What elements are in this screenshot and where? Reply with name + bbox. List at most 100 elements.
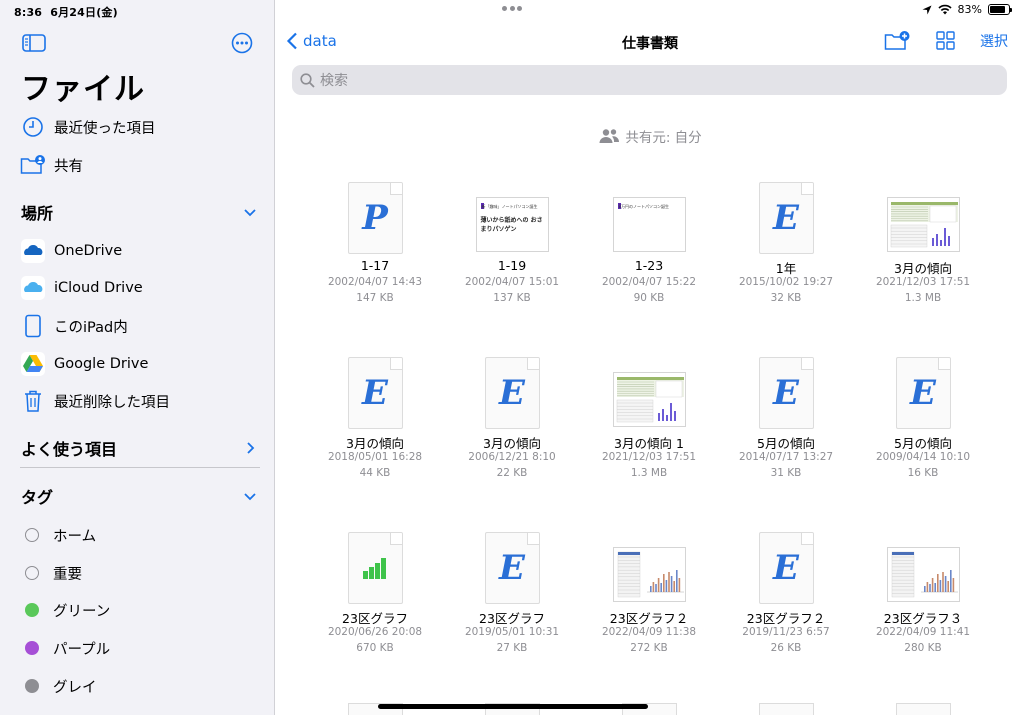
file-size: 1.3 MB [630,467,668,479]
tag-empty-circle-icon [25,566,39,580]
search-field[interactable]: 検索 [292,65,1007,95]
file-name: 1-17 [360,258,390,273]
file-size: 137 KB [493,292,531,304]
file-name: 23区グラフ [479,611,545,626]
tag-empty-circle-icon [25,528,39,542]
file-thumbnail: E [717,172,855,254]
file-item[interactable]: E 5月の傾向 2009/04/14 10:10 16 KB [854,347,992,497]
status-time-text: 8:36 [14,6,43,19]
sidebar-item-label: OneDrive [54,243,123,259]
battery-percent: 83% [957,3,982,16]
new-folder-icon[interactable] [884,30,910,52]
file-item[interactable]: 23区グラフ２ 2022/04/09 11:38 272 KB [580,522,718,672]
document-icon: E [758,182,814,254]
file-size: 1.3 MB [904,292,942,304]
file-name: 5月の傾向 [757,436,815,451]
tag-purple[interactable]: パープル [20,633,260,663]
sidebar-divider [20,467,260,468]
sidebar-item-google-drive[interactable]: Google Drive [20,349,260,379]
tag-green[interactable]: グリーン [20,595,260,625]
document-glyph: E [773,373,799,413]
chevron-down-icon [244,209,256,217]
main-content: data 仕事書類 選択 検索 共有元: 自分 P 1-17 2002/04/07 … [276,0,1024,715]
sidebar-item-recently-deleted[interactable]: 最近削除した項目 [20,386,260,416]
sidebar-item-on-my-ipad[interactable]: このiPad内 [20,311,260,341]
file-item[interactable]: E 3月の傾向 2018/05/01 16:28 44 KB [306,347,444,497]
document-icon: E [895,357,951,429]
file-size: 272 KB [630,642,668,654]
file-item[interactable]: 新「趣味」ノートパソコン誕生 薄いから舐めへの おさまりパソゲン 1-19 2002/… [443,172,581,322]
sidebar-item-onedrive[interactable]: OneDrive [20,236,260,266]
status-date: 6月24日(金) [50,6,118,19]
file-item[interactable]: E 23区グラフ 2019/05/01 10:31 27 KB [443,522,581,672]
search-placeholder: 検索 [320,73,348,89]
trash-icon [20,388,46,414]
file-item[interactable]: E 1年 2015/10/02 19:27 32 KB [717,172,855,322]
shared-by-me-label: 共有元: 自分 [276,126,1024,146]
more-options-icon[interactable] [231,32,253,54]
tag-green-dot-icon [25,603,39,617]
file-name: 1年 [775,261,797,276]
file-name: 23区グラフ２ [746,611,826,626]
chevron-right-icon [247,442,255,454]
file-name: 3月の傾向 [483,436,541,451]
slide-preview-title: 新「趣味」ノートパソコン誕生 [481,204,538,209]
sidebar-item-shared[interactable]: 共有 [20,150,260,180]
document-glyph: E [362,373,388,413]
file-item[interactable]: 3月の傾向 2021/12/03 17:51 1.3 MB [854,172,992,322]
document-icon: E [484,532,540,604]
file-date: 2002/04/07 15:01 [464,276,560,288]
file-item[interactable]: P 1-17 2002/04/07 14:43 147 KB [306,172,444,322]
files-app: 8:36 6月24日(金) 83% ファイル 最近使った項目 共有 場所 One… [0,0,1024,715]
file-size: 27 KB [496,642,528,654]
document-glyph: E [499,548,525,588]
slide-preview: 新「趣味」ノートパソコン誕生 薄いから舐めへの おさまりパソゲン [475,197,549,252]
tag-gray[interactable]: グレイ [20,671,260,701]
tag-important[interactable]: 重要 [20,558,260,588]
file-item[interactable]: 23区グラフ３ 2022/04/09 11:41 280 KB [854,522,992,672]
file-date: 2006/12/21 8:10 [468,451,556,463]
file-thumbnail: E [443,347,581,429]
file-item-partial[interactable] [717,697,855,715]
tags-section-header[interactable]: タグ [21,483,261,509]
tag-home[interactable]: ホーム [20,520,260,550]
file-name: 3月の傾向 1 [614,436,684,451]
file-size: 90 KB [633,292,665,304]
tag-label: グレイ [53,679,97,696]
file-date: 2015/10/02 19:27 [738,276,834,288]
location-arrow-icon [922,5,932,14]
locations-section-header[interactable]: 場所 [21,199,261,225]
file-size: 44 KB [359,467,391,479]
sidebar-item-label: 共有 [54,158,83,175]
file-item[interactable]: 23区グラフ 2020/06/26 20:08 670 KB [306,522,444,672]
grid-view-icon[interactable] [932,30,958,52]
file-size: 147 KB [356,292,394,304]
favorites-section-header[interactable]: よく使う項目 [21,435,261,461]
file-date: 2019/05/01 10:31 [464,626,560,638]
file-item[interactable]: E 5月の傾向 2014/07/17 13:27 31 KB [717,347,855,497]
sidebar-item-icloud[interactable]: iCloud Drive [20,273,260,303]
file-size: 32 KB [770,292,802,304]
file-thumbnail [580,522,718,604]
file-name: 3月の傾向 [346,436,404,451]
file-item[interactable]: 3月の傾向 1 2021/12/03 17:51 1.3 MB [580,347,718,497]
file-thumbnail: P [306,172,444,254]
multitasking-dots-icon[interactable] [502,6,522,12]
file-date: 2018/05/01 16:28 [327,451,423,463]
file-item[interactable]: 8万円のノートパソコン誕生 1-23 2002/04/07 15:22 90 KB [580,172,718,322]
file-thumbnail: E [443,522,581,604]
file-item[interactable]: E 23区グラフ２ 2019/11/23 6:57 26 KB [717,522,855,672]
home-indicator[interactable] [378,704,648,709]
wifi-icon [937,4,952,15]
spreadsheet-preview [612,372,686,427]
document-icon: E [758,532,814,604]
file-item[interactable]: E 3月の傾向 2006/12/21 8:10 22 KB [443,347,581,497]
file-item-partial[interactable] [854,697,992,715]
file-size: 16 KB [907,467,939,479]
sidebar-toggle-icon[interactable] [22,34,46,52]
sidebar-item-recents[interactable]: 最近使った項目 [20,112,260,142]
file-name: 23区グラフ [342,611,408,626]
file-date: 2002/04/07 14:43 [327,276,423,288]
file-thumbnail: E [717,347,855,429]
select-button[interactable]: 選択 [980,31,1008,51]
